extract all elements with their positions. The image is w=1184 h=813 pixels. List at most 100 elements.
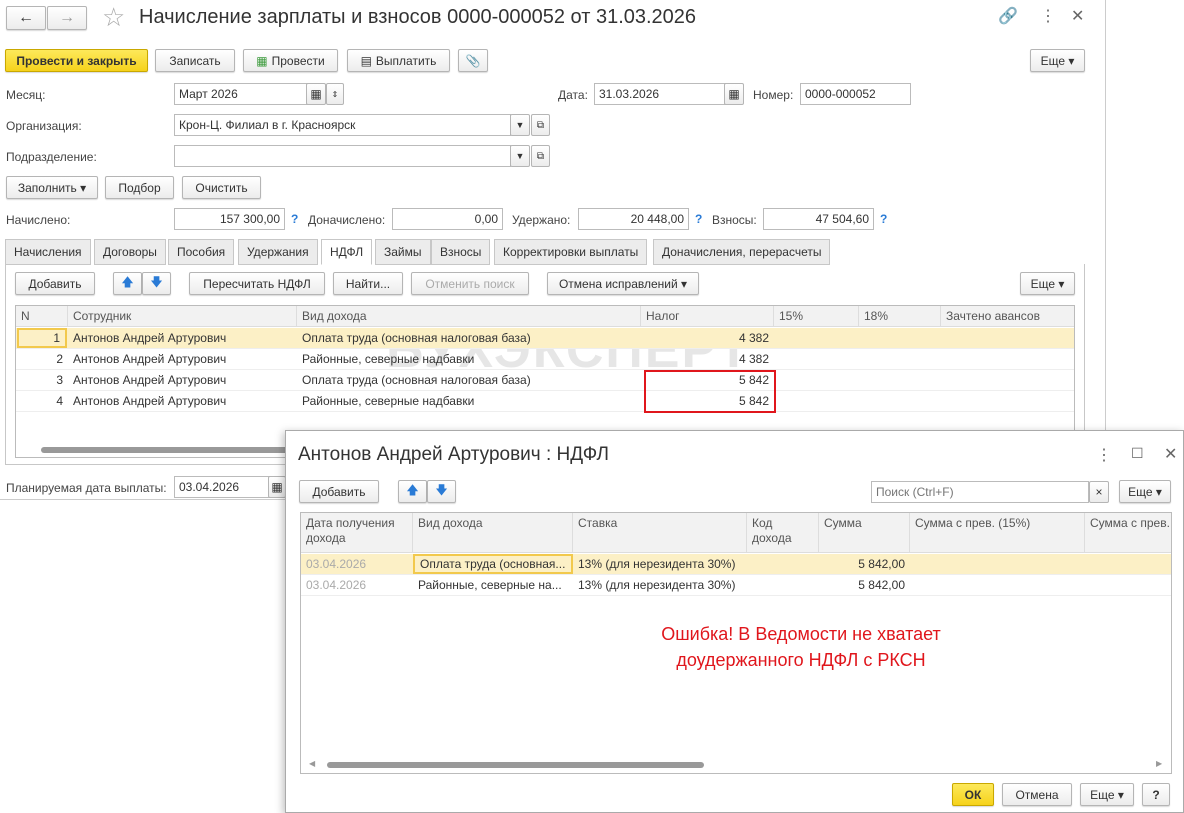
tab-deductions[interactable]: Удержания: [238, 239, 318, 265]
ok-button[interactable]: ОК: [952, 783, 994, 806]
add-row-button[interactable]: Добавить: [15, 272, 95, 295]
col-rate[interactable]: Ставка: [573, 513, 747, 553]
col-amount-more[interactable]: Сумма с прев.: [1085, 513, 1171, 553]
cell-tax: 4 382: [738, 352, 769, 366]
menu-icon[interactable]: ⋮: [1040, 6, 1056, 26]
col-income-code[interactable]: Код дохода: [747, 513, 819, 553]
favorite-star-icon[interactable]: ☆: [102, 2, 125, 33]
accrued-label: Начислено:: [6, 213, 71, 227]
col-18[interactable]: 18%: [859, 306, 941, 327]
withheld-field[interactable]: 20 448,00: [578, 208, 689, 230]
dept-dropdown-button[interactable]: ▼: [510, 145, 530, 167]
dialog-horizontal-scrollbar[interactable]: [327, 762, 704, 768]
table-row[interactable]: 1 Антонов Андрей Артурович Оплата труда …: [16, 328, 1074, 349]
scroll-left-icon[interactable]: ◀: [309, 759, 315, 768]
dialog-close-icon[interactable]: ✕: [1164, 444, 1177, 464]
link-icon[interactable]: 🔗: [998, 6, 1018, 26]
pay-button[interactable]: ▤ Выплатить: [347, 49, 450, 72]
fill-label: Заполнить: [17, 180, 77, 195]
date-calendar-button[interactable]: ▦: [724, 83, 744, 105]
cell-rate: 13% (для нерезидента 30%): [578, 578, 736, 592]
plan-date-calendar-button[interactable]: ▦: [268, 476, 286, 498]
cell-income-type: Районные, северные надбавки: [302, 352, 475, 366]
dialog-table[interactable]: Дата получения дохода Вид дохода Ставка …: [300, 512, 1172, 774]
month-field[interactable]: Март 2026: [174, 83, 308, 105]
contrib-field[interactable]: 47 504,60: [763, 208, 874, 230]
dialog-footer-more-button[interactable]: Еще ▾: [1080, 783, 1134, 806]
col-amount-15[interactable]: Сумма с прев. (15%): [910, 513, 1085, 553]
fill-button[interactable]: Заполнить ▾: [6, 176, 98, 199]
table-row[interactable]: 3 Антонов Андрей Артурович Оплата труда …: [16, 370, 1074, 391]
table-row[interactable]: 2 Антонов Андрей Артурович Районные, сев…: [16, 349, 1074, 370]
move-down-button[interactable]: 🡇: [142, 272, 171, 295]
number-label: Номер:: [753, 88, 794, 102]
attach-button[interactable]: 📎: [458, 49, 488, 72]
tab-payment-corrections[interactable]: Корректировки выплаты: [494, 239, 648, 265]
post-button[interactable]: ▦ Провести: [243, 49, 338, 72]
withheld-help-icon[interactable]: ?: [695, 212, 702, 226]
cell-employee: Антонов Андрей Артурович: [73, 373, 227, 387]
clear-button[interactable]: Очистить: [182, 176, 261, 199]
window-title: Начисление зарплаты и взносов 0000-00005…: [139, 6, 697, 28]
dept-open-button[interactable]: ⧉: [531, 145, 550, 167]
find-button[interactable]: Найти...: [333, 272, 403, 295]
tab-ndfl[interactable]: НДФЛ: [321, 239, 373, 265]
col-advances[interactable]: Зачтено авансов: [941, 306, 1074, 327]
cancel-fixes-button[interactable]: Отмена исправлений ▾: [547, 272, 699, 295]
extra-field[interactable]: 0,00: [392, 208, 503, 230]
dialog-maximize-icon[interactable]: ☐: [1131, 445, 1144, 462]
month-calendar-button[interactable]: ▦: [306, 83, 326, 105]
tab-loans[interactable]: Займы: [375, 239, 431, 265]
month-stepper[interactable]: ⇕: [326, 83, 344, 105]
move-up-button[interactable]: 🡅: [113, 272, 142, 295]
dialog-search-clear-button[interactable]: ×: [1089, 481, 1109, 503]
dialog-table-row[interactable]: 03.04.2026 Оплата труда (основная... 13%…: [301, 554, 1171, 575]
dept-field[interactable]: [174, 145, 511, 167]
error-note-line1: Ошибка! В Ведомости не хватает: [661, 624, 941, 644]
back-button[interactable]: ←: [6, 6, 46, 30]
dialog-more-button[interactable]: Еще ▾: [1119, 480, 1171, 503]
tab-contracts[interactable]: Договоры: [94, 239, 166, 265]
scroll-right-icon[interactable]: ▶: [1156, 759, 1162, 768]
contrib-help-icon[interactable]: ?: [880, 212, 887, 226]
tab-recalculations[interactable]: Доначисления, перерасчеты: [653, 239, 831, 265]
forward-button[interactable]: →: [47, 6, 87, 30]
tab-benefits[interactable]: Пособия: [168, 239, 235, 265]
cancel-search-button[interactable]: Отменить поиск: [411, 272, 529, 295]
dialog-move-up-button[interactable]: 🡅: [398, 480, 427, 503]
accrued-field[interactable]: 157 300,00: [174, 208, 285, 230]
post-and-close-button[interactable]: Провести и закрыть: [5, 49, 148, 72]
dialog-table-row[interactable]: 03.04.2026 Районные, северные на... 13% …: [301, 575, 1171, 596]
dialog-more-label: Еще: [1128, 484, 1153, 499]
col-income-type[interactable]: Вид дохода: [413, 513, 573, 553]
dialog-move-down-button[interactable]: 🡇: [427, 480, 456, 503]
dialog-search-input[interactable]: [871, 481, 1089, 503]
col-employee[interactable]: Сотрудник: [68, 306, 297, 327]
help-button[interactable]: ?: [1142, 783, 1170, 806]
org-dropdown-button[interactable]: ▼: [510, 114, 530, 136]
tab-accruals[interactable]: Начисления: [5, 239, 91, 265]
cancel-button[interactable]: Отмена: [1002, 783, 1072, 806]
save-button[interactable]: Записать: [155, 49, 235, 72]
dialog-menu-icon[interactable]: ⋮: [1096, 445, 1112, 465]
date-field[interactable]: 31.03.2026: [594, 83, 726, 105]
cell-employee: Антонов Андрей Артурович: [73, 331, 227, 345]
org-open-button[interactable]: ⧉: [531, 114, 550, 136]
org-field[interactable]: Крон-Ц. Филиал в г. Красноярск: [174, 114, 511, 136]
number-field[interactable]: 0000-000052: [800, 83, 911, 105]
plan-date-field[interactable]: 03.04.2026: [174, 476, 270, 498]
col-15[interactable]: 15%: [774, 306, 859, 327]
pick-button[interactable]: Подбор: [105, 176, 174, 199]
col-amount[interactable]: Сумма: [819, 513, 910, 553]
dialog-add-button[interactable]: Добавить: [299, 480, 379, 503]
more-button[interactable]: Еще ▾: [1030, 49, 1085, 72]
col-date[interactable]: Дата получения дохода: [301, 513, 413, 553]
tab-contributions[interactable]: Взносы: [431, 239, 491, 265]
close-icon[interactable]: ✕: [1071, 6, 1084, 26]
cell-date: 03.04.2026: [306, 578, 367, 592]
table-more-button[interactable]: Еще ▾: [1020, 272, 1075, 295]
recalc-ndfl-button[interactable]: Пересчитать НДФЛ: [189, 272, 325, 295]
accrued-help-icon[interactable]: ?: [291, 212, 298, 226]
table-row[interactable]: 4 Антонов Андрей Артурович Районные, сев…: [16, 391, 1074, 412]
col-n[interactable]: N: [16, 306, 68, 327]
